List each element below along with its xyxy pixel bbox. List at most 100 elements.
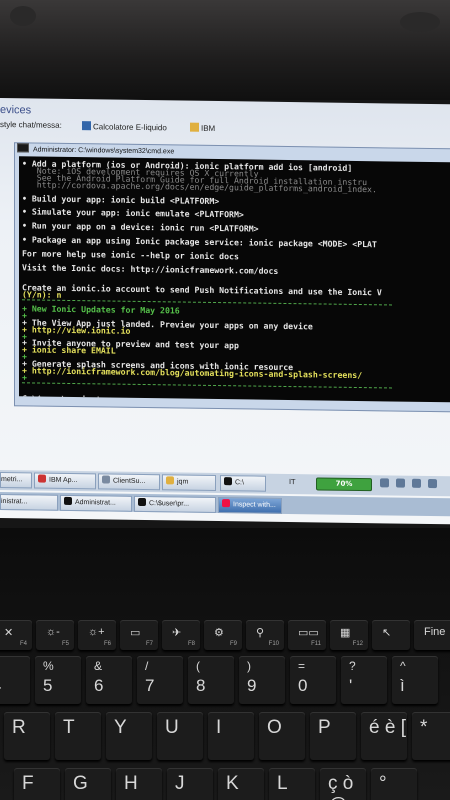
battery-meter[interactable]: 70% (316, 477, 372, 492)
browser-icon (222, 499, 230, 508)
number-key[interactable]: = 0 (290, 656, 336, 704)
function-key[interactable]: Fine (414, 620, 450, 650)
console-divider (22, 382, 392, 389)
key-glyph: ▦ (340, 627, 351, 639)
letter-key[interactable]: * (412, 712, 450, 760)
key-symbol: ) (247, 659, 251, 673)
browser-icon (38, 474, 46, 483)
number-key[interactable]: & 6 (86, 656, 132, 704)
favorite-style-chat[interactable]: style chat/messa: (0, 120, 62, 130)
tray-icon[interactable] (380, 478, 389, 488)
key-symbol: ( (196, 659, 200, 673)
favorite-ibm[interactable]: IBM (190, 122, 215, 133)
cmd-icon (224, 477, 232, 486)
key-label: F12 (352, 641, 363, 647)
function-key[interactable]: ☼+ F6 (78, 620, 116, 650)
letter-key[interactable]: K (218, 768, 264, 800)
letter-key[interactable]: H (116, 768, 162, 800)
photo-scene: evices style chat/messa: Calcolatore E-l… (0, 0, 450, 800)
console-line: (Y/n): n (22, 289, 62, 300)
letter-key[interactable]: é è [ (361, 712, 407, 760)
key-label: F11 (311, 641, 321, 647)
letter-key[interactable]: P (310, 712, 356, 760)
key-symbol: = (298, 659, 306, 673)
key-glyph: ✈ (172, 627, 182, 639)
keyboard: ✕F4☼-F5☼+F6▭F7✈F8⚙F9⚲F10▭▭F11▦F12↖Fine $… (0, 528, 450, 800)
number-key[interactable]: ? ' (341, 656, 387, 704)
console-line: + http://ionicframework.com/blog/automat… (22, 365, 363, 381)
cmd-icon (138, 497, 146, 507)
key-digit: 8 (196, 676, 206, 695)
letter-key[interactable]: ° (371, 768, 417, 800)
number-key[interactable]: (8 (188, 656, 234, 704)
console-line: + New Ionic Updates for May 2016 (22, 303, 180, 316)
letter-key[interactable]: F (14, 768, 60, 800)
taskbar-button[interactable]: C:\ (220, 475, 266, 492)
cmd-icon (64, 496, 72, 506)
folder-icon (166, 476, 174, 485)
function-key[interactable]: ⚲ F10 (246, 620, 284, 650)
number-key[interactable]: ) 9 (239, 656, 285, 704)
key-letter: J (175, 773, 185, 794)
number-key[interactable]: /7 (137, 656, 183, 704)
function-key[interactable]: ☼- F5 (36, 620, 74, 650)
tray-icon[interactable] (412, 478, 421, 488)
taskbar-button[interactable]: IBM Ap... (34, 472, 96, 490)
favorite-calcolatore[interactable]: Calcolatore E-liquido (82, 121, 167, 132)
key-symbol: / (145, 659, 149, 673)
cmd-window[interactable]: Administrator: C:\windows\system32\cmd.e… (14, 142, 450, 413)
function-key[interactable]: ▦ F12 (330, 620, 368, 650)
key-digit: 0 (298, 676, 308, 695)
console-output[interactable]: • Add a platform (ios or Android): ionic… (19, 156, 450, 403)
key-letter: L (277, 773, 288, 794)
letter-key[interactable]: R (4, 712, 50, 760)
console-line: + http://view.ionic.io (22, 323, 131, 336)
language-indicator[interactable]: IT (289, 478, 295, 486)
console-line: Create an ionic.io account to send Push … (22, 282, 382, 298)
letter-key[interactable]: Y (106, 712, 152, 760)
taskbar-button[interactable]: metri... (0, 472, 32, 489)
key-glyph: ▭▭ (298, 627, 319, 639)
key-letter: é è [ (369, 717, 406, 738)
letter-key[interactable]: L (269, 768, 315, 800)
letter-key[interactable]: J (167, 768, 213, 800)
letter-key[interactable]: T (55, 712, 101, 760)
key-glyph: ☼+ (88, 626, 105, 638)
key-letter: G (73, 773, 88, 794)
letter-key[interactable]: O (259, 712, 305, 760)
taskbar-button[interactable]: ClientSu... (98, 473, 160, 491)
key-letter: T (63, 717, 75, 738)
key-glyph: ✕ (4, 627, 14, 639)
taskbar-button[interactable]: C:\$user\pr... (134, 495, 216, 514)
taskbar-button[interactable]: inistrat... (0, 494, 58, 511)
function-key[interactable]: ▭▭ F11 (288, 620, 326, 650)
tray-icon[interactable] (428, 478, 437, 489)
function-key[interactable]: ✕ F4 (0, 620, 32, 650)
tray-icon[interactable] (396, 478, 405, 488)
number-key[interactable]: % 5 (35, 656, 81, 704)
key-digit: ì (400, 676, 405, 695)
function-key[interactable]: ⚙ F9 (204, 620, 242, 650)
console-line: C:\$user\projects>_ (22, 392, 116, 403)
key-symbol: % (43, 659, 54, 673)
letter-key[interactable]: U (157, 712, 203, 760)
key-digit: 7 (145, 676, 155, 695)
number-key[interactable]: $4 (0, 656, 30, 704)
taskbar-button[interactable]: jqm (162, 474, 216, 492)
letter-key[interactable]: G (65, 768, 111, 800)
letter-key[interactable]: ç ò @ (320, 768, 366, 800)
letter-key[interactable]: I (208, 712, 254, 760)
key-glyph: ☼- (46, 626, 60, 638)
function-key[interactable]: ▭ F7 (120, 620, 158, 650)
browser-tab-title[interactable]: evices (0, 104, 31, 116)
key-label: F8 (187, 641, 195, 647)
number-key[interactable]: ^ ì (392, 656, 438, 704)
app-icon (102, 475, 110, 484)
laptop-bezel (0, 0, 450, 100)
function-key[interactable]: ✈ F8 (162, 620, 200, 650)
console-line: For more help use ionic --help or ionic … (22, 247, 239, 262)
taskbar-button-active[interactable]: Inspect with... (218, 497, 282, 514)
function-key[interactable]: ↖ (372, 620, 410, 650)
key-label: F5 (61, 641, 69, 647)
taskbar-button[interactable]: Administrat... (60, 494, 132, 512)
